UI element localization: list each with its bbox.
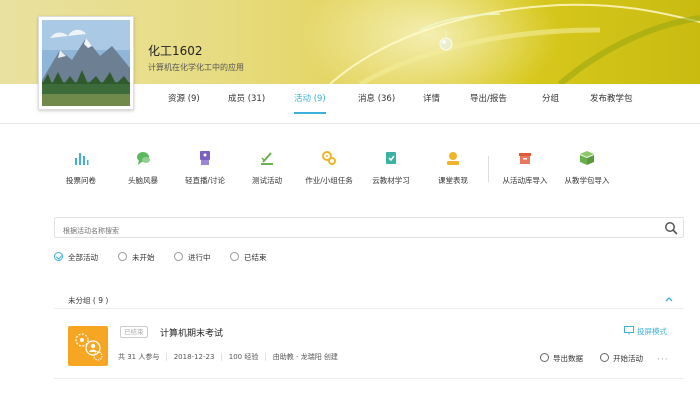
group-header-ungrouped[interactable]: 未分组 ( 9 ) bbox=[68, 295, 108, 306]
radio-icon bbox=[174, 252, 183, 261]
homework-task-label: 作业/小组任务 bbox=[305, 176, 353, 185]
projection-mode-label: 投屏模式 bbox=[637, 327, 667, 336]
chat-bubble-icon bbox=[137, 152, 150, 165]
tab-groups[interactable]: 分组 bbox=[542, 92, 559, 114]
activity-search-input[interactable] bbox=[55, 221, 645, 241]
import-from-library-label: 从活动库导入 bbox=[502, 176, 548, 185]
more-options-button[interactable]: ··· bbox=[657, 355, 669, 365]
import-from-library-button[interactable]: 从活动库导入 bbox=[490, 150, 560, 186]
tab-activities[interactable]: 活动 (9) bbox=[294, 92, 326, 114]
activity-creator: 由助教 - 龙瑞阳 创建 bbox=[272, 353, 338, 361]
activity-title[interactable]: 计算机期末考试 bbox=[160, 326, 223, 339]
page: 化工1602 计算机在化学化工中的应用 资源 (9) 成员 (31) 活动 (9… bbox=[0, 0, 700, 393]
export-icon bbox=[540, 353, 549, 362]
export-data-button[interactable]: 导出数据 bbox=[540, 353, 583, 364]
course-title: 化工1602 bbox=[148, 44, 203, 58]
tab-details[interactable]: 详情 bbox=[423, 92, 440, 114]
live-discussion-label: 轻直播/讨论 bbox=[184, 176, 226, 185]
mountain-landscape-image bbox=[42, 20, 130, 106]
people-gear-icon bbox=[75, 333, 103, 361]
radio-icon bbox=[230, 252, 239, 261]
brainstorm-label: 头脑风暴 bbox=[128, 176, 158, 185]
activity-date: 2018-12-23 bbox=[173, 353, 215, 361]
import-from-package-label: 从教学包导入 bbox=[564, 176, 610, 185]
live-discussion-button[interactable]: 轻直播/讨论 bbox=[170, 150, 240, 186]
filter-not-started[interactable]: 未开始 bbox=[118, 252, 155, 263]
radio-icon bbox=[118, 252, 127, 261]
live-icon bbox=[200, 151, 210, 165]
filter-all-label: 全部活动 bbox=[68, 253, 98, 262]
homework-task-button[interactable]: 作业/小组任务 bbox=[294, 150, 364, 186]
projection-mode-button[interactable]: 投屏模式 bbox=[624, 326, 667, 337]
tab-publish-package[interactable]: 发布教学包 bbox=[590, 92, 633, 114]
participants-count: 共 31 人参与 bbox=[118, 353, 160, 361]
class-performance-button[interactable]: 课堂表现 bbox=[418, 150, 488, 186]
vote-survey-label: 投票问卷 bbox=[66, 176, 96, 185]
start-activity-button[interactable]: 开始活动 bbox=[600, 353, 643, 364]
search-icon[interactable] bbox=[664, 221, 678, 235]
meta-separator: | bbox=[220, 353, 223, 361]
activity-points: 100 经验 bbox=[228, 353, 259, 361]
export-data-label: 导出数据 bbox=[553, 354, 583, 363]
meta-separator: | bbox=[264, 353, 267, 361]
performance-icon bbox=[447, 152, 459, 165]
filter-in-progress[interactable]: 进行中 bbox=[174, 252, 211, 263]
brainstorm-button[interactable]: 头脑风暴 bbox=[108, 150, 178, 186]
group-divider bbox=[54, 308, 684, 309]
box-icon bbox=[519, 153, 531, 164]
toolbar-divider bbox=[488, 156, 489, 182]
test-icon bbox=[261, 152, 273, 165]
chevron-up-icon[interactable] bbox=[664, 294, 674, 304]
tab-messages[interactable]: 消息 (36) bbox=[358, 92, 395, 114]
course-subtitle: 计算机在化学化工中的应用 bbox=[148, 63, 244, 72]
course-cover-image bbox=[38, 16, 134, 110]
radio-checked-icon bbox=[54, 252, 63, 261]
screen-icon bbox=[624, 326, 634, 335]
filter-in-progress-label: 进行中 bbox=[188, 253, 211, 262]
test-activity-button[interactable]: 测试活动 bbox=[232, 150, 302, 186]
filter-not-started-label: 未开始 bbox=[132, 253, 155, 262]
import-from-package-button[interactable]: 从教学包导入 bbox=[552, 150, 622, 186]
status-badge: 已结束 bbox=[120, 326, 148, 338]
filter-all[interactable]: 全部活动 bbox=[54, 252, 98, 263]
tab-resources[interactable]: 资源 (9) bbox=[168, 92, 200, 114]
class-performance-label: 课堂表现 bbox=[438, 176, 468, 185]
cloud-textbook-button[interactable]: 云教材学习 bbox=[356, 150, 426, 186]
activity-meta: 共 31 人参与 | 2018-12-23 | 100 经验 | 由助教 - 龙瑞阳 创建 bbox=[118, 352, 338, 362]
gear-icon bbox=[322, 151, 336, 165]
card-divider bbox=[54, 378, 684, 379]
filter-ended-label: 已结束 bbox=[244, 253, 267, 262]
tab-export-report[interactable]: 导出/报告 bbox=[470, 92, 507, 114]
bar-chart-icon bbox=[75, 153, 89, 165]
exam-activity-icon bbox=[68, 326, 108, 366]
activity-search-box bbox=[54, 217, 684, 241]
package-icon bbox=[580, 151, 594, 165]
activity-toolbar: 投票问卷 头脑风暴 轻直播/讨论 测试活动 作业/小组任务 云教材学习 课堂表现… bbox=[0, 150, 700, 190]
book-icon bbox=[386, 152, 396, 164]
meta-separator: | bbox=[165, 353, 168, 361]
filter-ended[interactable]: 已结束 bbox=[230, 252, 267, 263]
tab-members[interactable]: 成员 (31) bbox=[228, 92, 265, 114]
vote-survey-button[interactable]: 投票问卷 bbox=[46, 150, 116, 186]
cloud-textbook-label: 云教材学习 bbox=[372, 176, 410, 185]
play-icon bbox=[600, 353, 609, 362]
test-activity-label: 测试活动 bbox=[252, 176, 282, 185]
start-activity-label: 开始活动 bbox=[613, 354, 643, 363]
